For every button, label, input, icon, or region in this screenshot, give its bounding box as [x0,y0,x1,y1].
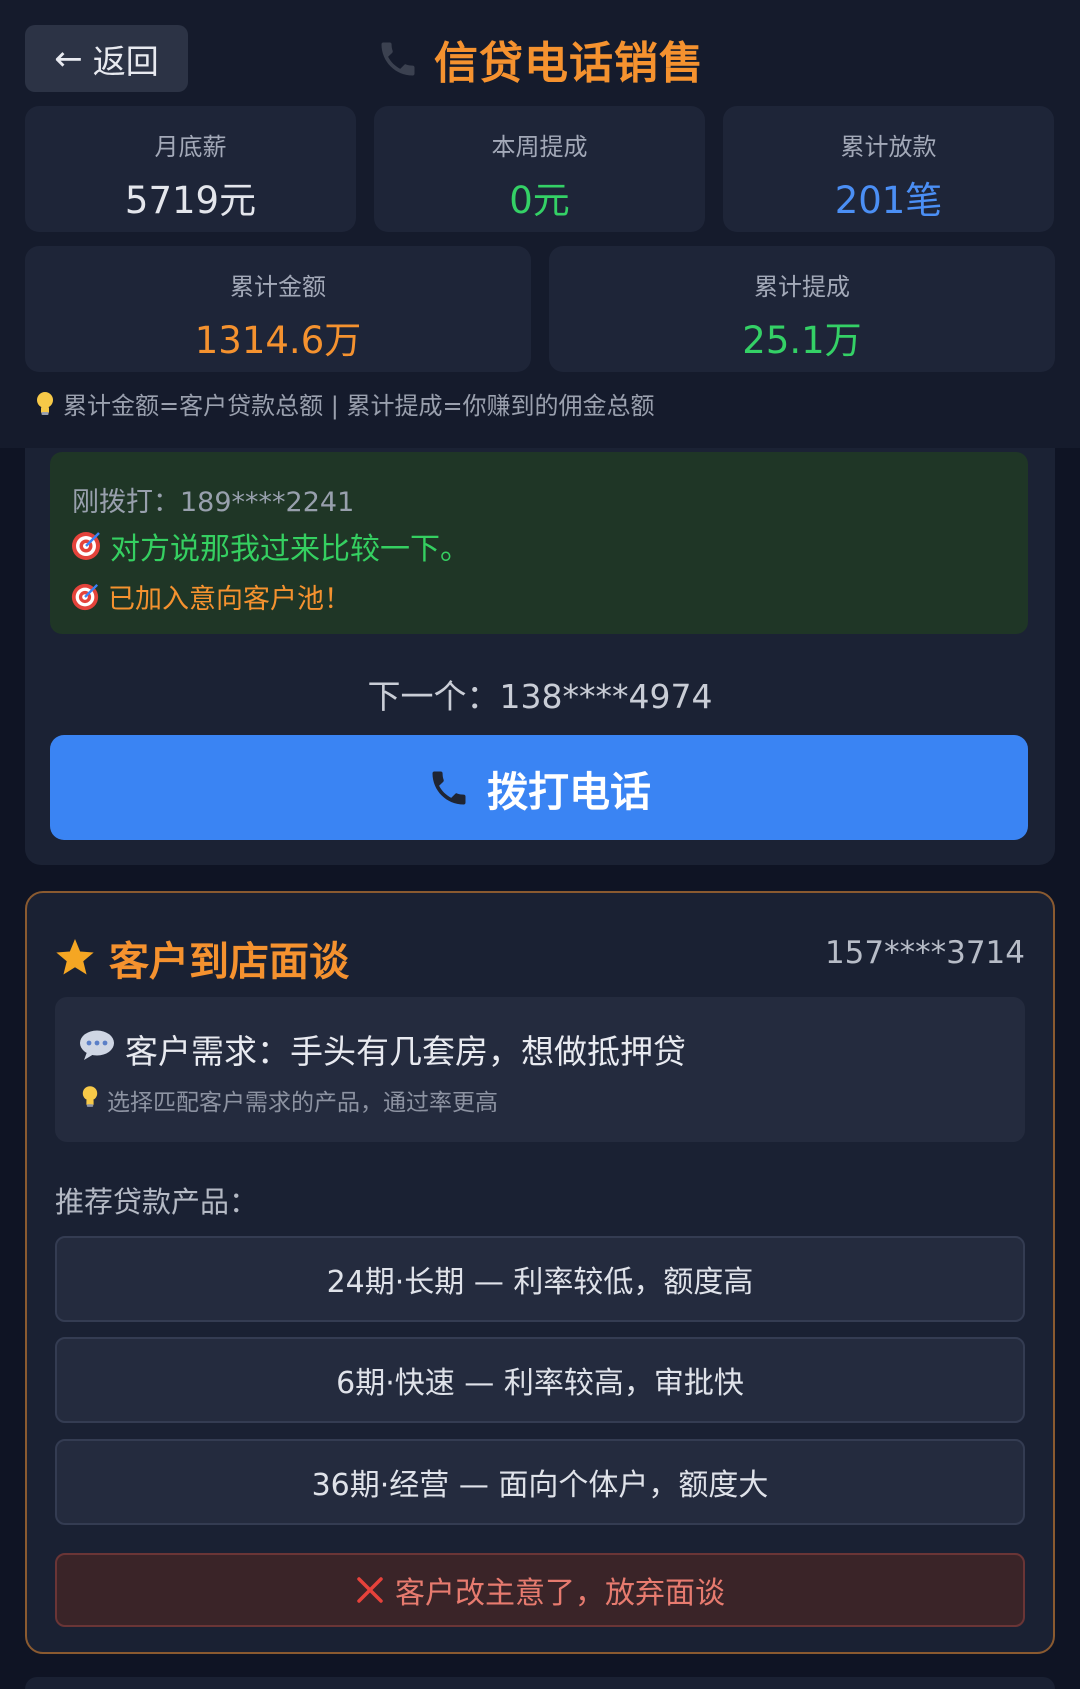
call-result-text: 对方说那我过来比较一下。 [110,532,470,567]
dial-button-label: 拨打电话 [487,767,651,816]
store-interview-title: 客户到店面谈 [109,939,349,985]
product-option-36[interactable]: 36期·经营 — 面向个体户，额度大 [55,1439,1025,1525]
call-panel: 刚拨打：189****2241 对方说那我过来比较一下。 已加入意向客户池！ 下… [25,448,1055,865]
last-dialed-number: 刚拨打：189****2241 [72,487,355,518]
stats-tip: 累计金额=客户贷款总额 | 累计提成=你赚到的佣金总额 [35,386,655,421]
call-result-status: 已加入意向客户池！ [70,577,351,616]
call-result-response: 对方说那我过来比较一下。 [70,524,470,568]
demand-tip: 选择匹配客户需求的产品，通过率更高 [81,1083,498,1117]
page: ← 返回 信贷电话销售 月底薪 5719元 本周提成 0元 累计放款 201笔 … [0,0,1080,1689]
stat-label: 累计金额 [230,273,326,301]
star-icon [55,939,95,977]
store-interview-panel: 客户到店面谈 157****3714 客户需求：手头有几套房，想做抵押贷 选择匹… [25,891,1055,1654]
lightbulb-icon [81,1085,99,1115]
abandon-label: 客户改主意了，放弃面谈 [395,1576,725,1611]
phone-icon [427,766,471,810]
products-heading: 推荐贷款产品： [55,1185,259,1219]
stat-label: 本周提成 [491,133,588,161]
phone-icon [376,37,420,81]
stat-label: 累计提成 [754,273,850,301]
page-title: 信贷电话销售 [434,38,704,89]
stats-tip-text: 累计金额=客户贷款总额 | 累计提成=你赚到的佣金总额 [63,392,655,420]
dial-button[interactable]: 拨打电话 [50,735,1028,840]
customer-demand: 客户需求：手头有几套房，想做抵押贷 [79,1025,686,1073]
call-result-box: 刚拨打：189****2241 对方说那我过来比较一下。 已加入意向客户池！ [50,452,1028,634]
next-panel-edge [25,1677,1055,1689]
stat-card-base-salary: 月底薪 5719元 [25,106,356,232]
header: ← 返回 信贷电话销售 月底薪 5719元 本周提成 0元 累计放款 201笔 … [0,0,1080,448]
title-bar: 信贷电话销售 [0,24,1080,94]
abandon-interview-button[interactable]: 客户改主意了，放弃面谈 [55,1553,1025,1627]
stat-value: 201笔 [834,179,943,222]
stat-card-total-loans: 累计放款 201笔 [723,106,1054,232]
stat-card-total-amount: 累计金额 1314.6万 [25,246,531,372]
demand-tip-text: 选择匹配客户需求的产品，通过率更高 [107,1090,498,1116]
speech-bubble-icon [79,1029,115,1069]
customer-demand-box: 客户需求：手头有几套房，想做抵押贷 选择匹配客户需求的产品，通过率更高 [55,997,1025,1142]
lightbulb-icon [35,391,55,417]
stat-value: 5719元 [124,179,257,222]
customer-demand-text: 客户需求：手头有几套房，想做抵押贷 [125,1032,686,1071]
stat-value: 25.1万 [742,319,862,362]
customer-phone: 157****3714 [824,935,1025,971]
product-option-24[interactable]: 24期·长期 — 利率较低，额度高 [55,1236,1025,1322]
cross-icon [355,1575,385,1605]
next-number: 下一个：138****4974 [367,677,713,716]
stat-value: 0元 [509,179,570,222]
target-icon [70,582,100,612]
stat-value: 1314.6万 [194,319,362,362]
target-icon [70,530,102,562]
stat-card-total-commission: 累计提成 25.1万 [549,246,1055,372]
call-status-text: 已加入意向客户池！ [108,584,351,615]
stat-card-weekly-commission: 本周提成 0元 [374,106,705,232]
stat-label: 累计放款 [840,133,937,161]
stat-label: 月底薪 [154,133,227,161]
product-option-6[interactable]: 6期·快速 — 利率较高，审批快 [55,1337,1025,1423]
